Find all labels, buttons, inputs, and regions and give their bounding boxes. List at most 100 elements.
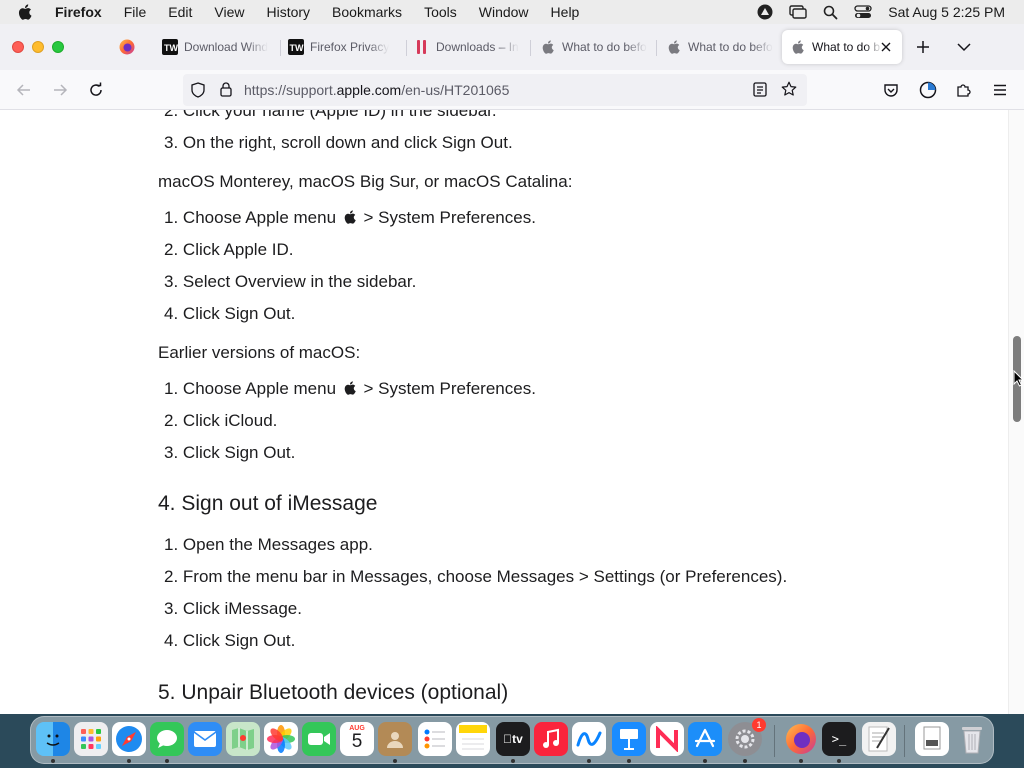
menu-view[interactable]: View	[214, 4, 244, 20]
tab-downloads[interactable]: Downloads – In	[406, 30, 530, 64]
list-all-tabs-button[interactable]	[950, 33, 978, 61]
dock-finder[interactable]	[36, 722, 70, 756]
menu-help[interactable]: Help	[551, 4, 580, 20]
reader-view-icon[interactable]	[753, 82, 767, 102]
step-number: 4.	[164, 304, 179, 323]
back-button[interactable]	[10, 76, 38, 104]
step-text: Click Sign Out.	[182, 304, 296, 323]
apple-icon	[540, 39, 556, 55]
tab-label: Download Wind	[184, 40, 269, 54]
dock-separator	[774, 725, 775, 757]
dock-calendar[interactable]: AUG 5	[340, 722, 374, 756]
save-to-pocket-button[interactable]	[877, 76, 905, 104]
video-camera-icon	[308, 733, 330, 745]
spotlight-search-icon[interactable]	[823, 5, 838, 20]
menu-window[interactable]: Window	[479, 4, 529, 20]
list-item: 2. Click Apple ID.	[164, 240, 293, 260]
dock-textedit[interactable]	[862, 722, 896, 756]
step-text: Open the Messages app.	[182, 535, 373, 554]
control-center-icon[interactable]	[854, 5, 872, 19]
svg-text:TW: TW	[164, 43, 178, 53]
menu-bookmarks[interactable]: Bookmarks	[332, 4, 402, 20]
menu-history[interactable]: History	[266, 4, 310, 20]
extensions-button[interactable]	[950, 76, 978, 104]
dock-system-settings[interactable]: 1	[728, 718, 766, 756]
new-tab-button[interactable]	[909, 33, 937, 61]
step-text: Select Overview in the sidebar.	[182, 272, 417, 291]
dock-downloads-stack[interactable]	[915, 722, 949, 756]
tab-separator	[530, 40, 531, 56]
tab-what-to-do-2[interactable]: What to do befo	[658, 30, 782, 64]
menu-edit[interactable]: Edit	[168, 4, 192, 20]
dock-firefox[interactable]	[784, 722, 818, 756]
running-indicator	[587, 759, 591, 763]
user-status-icon[interactable]	[757, 4, 773, 20]
step-number: 2.	[164, 567, 179, 586]
tracking-protection-shield-icon[interactable]	[191, 82, 205, 103]
vertical-scrollbar[interactable]	[1008, 110, 1024, 714]
macos-menu-bar: Firefox File Edit View History Bookmarks…	[0, 0, 1024, 24]
section-intro-earlier: Earlier versions of macOS:	[158, 343, 361, 362]
apple-menu-icon[interactable]	[18, 4, 40, 20]
dock-trash[interactable]	[955, 722, 989, 756]
application-menu-button[interactable]	[986, 76, 1014, 104]
list-item: 1. Choose Apple menu > System Preference…	[164, 379, 536, 399]
tab-label: What to do b	[812, 40, 881, 54]
close-window-button[interactable]	[12, 41, 24, 53]
menu-bar-clock[interactable]: Sat Aug 5 2:25 PM	[888, 4, 1005, 20]
dock-launchpad[interactable]	[74, 722, 108, 756]
account-button[interactable]	[914, 76, 942, 104]
list-item: 3. On the right, scroll down and click S…	[164, 133, 513, 152]
dock-freeform[interactable]	[572, 722, 606, 756]
menu-app-firefox[interactable]: Firefox	[55, 4, 102, 20]
step-text: Click iMessage.	[182, 599, 302, 618]
dock-safari[interactable]	[112, 722, 146, 756]
dock-news[interactable]	[650, 722, 684, 756]
menu-tools[interactable]: Tools	[424, 4, 457, 20]
dock-keynote[interactable]	[612, 722, 646, 756]
step-text: From the menu bar in Messages, choose Me…	[182, 567, 788, 586]
dock-app-store[interactable]	[688, 722, 722, 756]
url-text[interactable]: https://support.apple.com/en-us/HT201065	[244, 82, 509, 98]
reload-button[interactable]	[82, 76, 110, 104]
dock-reminders[interactable]	[418, 722, 452, 756]
pinned-tab-firefox[interactable]	[108, 30, 146, 64]
safari-compass-icon	[116, 726, 142, 752]
running-indicator	[51, 759, 55, 763]
step-number: 4.	[164, 631, 179, 650]
dock-tv[interactable]: tv	[496, 722, 530, 756]
dock-maps[interactable]	[226, 722, 260, 756]
dock-mail[interactable]	[188, 722, 222, 756]
tab-firefox-privacy[interactable]: TW Firefox Privacy	[280, 30, 404, 64]
step-number: 1.	[164, 535, 179, 554]
menu-file[interactable]: File	[124, 4, 147, 20]
close-tab-icon[interactable]	[878, 39, 894, 55]
step-text: Choose Apple menu	[182, 379, 337, 398]
forward-button[interactable]	[46, 76, 74, 104]
tab-label: What to do befo	[562, 40, 647, 54]
dock-facetime[interactable]	[302, 722, 336, 756]
dock-terminal[interactable]: >_	[822, 722, 856, 756]
address-bar[interactable]: https://support.apple.com/en-us/HT201065	[183, 74, 807, 106]
contacts-person-icon	[387, 732, 403, 748]
music-note-icon	[543, 728, 559, 748]
zoom-window-button[interactable]	[52, 41, 64, 53]
step-text: Choose Apple menu	[182, 208, 337, 227]
dock-music[interactable]	[534, 722, 568, 756]
dock-contacts[interactable]	[378, 722, 412, 756]
dock-photos[interactable]	[264, 722, 298, 756]
checklist-icon	[424, 729, 445, 749]
mouse-pointer-icon	[1013, 369, 1024, 392]
tab-what-to-do-1[interactable]: What to do befo	[532, 30, 656, 64]
tab-what-to-do-active[interactable]: What to do b	[782, 30, 902, 64]
screen-mirroring-icon[interactable]	[789, 5, 807, 19]
step-number: 2.	[164, 240, 179, 259]
dock-notes[interactable]	[456, 722, 490, 756]
dock-separator	[904, 725, 905, 757]
bookmark-star-icon[interactable]	[781, 81, 797, 102]
tab-download-windows[interactable]: TW Download Wind	[154, 30, 278, 64]
lock-icon[interactable]	[220, 82, 232, 102]
dock-messages[interactable]	[150, 722, 184, 756]
finder-face-icon	[46, 734, 60, 746]
minimize-window-button[interactable]	[32, 41, 44, 53]
